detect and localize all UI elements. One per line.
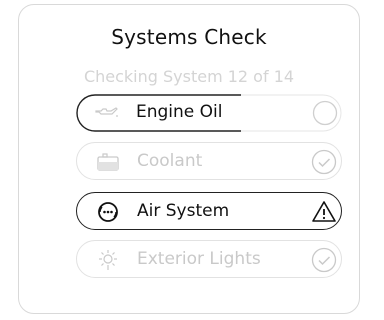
progress-subtitle: Checking System 12 of 14 (83, 67, 295, 86)
item-label: Coolant (137, 151, 203, 171)
coolant-icon (95, 151, 121, 173)
list-item-coolant[interactable]: Coolant (76, 142, 342, 180)
item-label: Exterior Lights (137, 249, 261, 269)
empty-circle-icon (312, 100, 338, 126)
oil-can-icon (94, 102, 120, 124)
item-label: Air System (137, 201, 230, 221)
list-item-engine-oil[interactable]: Engine Oil (76, 94, 342, 132)
check-circle-icon (311, 247, 337, 273)
list-item-exterior-lights[interactable]: Exterior Lights (76, 240, 342, 278)
page-title: Systems Check (111, 25, 267, 49)
list-item-air-system[interactable]: Air System (76, 192, 342, 230)
warning-triangle-icon (311, 199, 337, 225)
exterior-light-icon (95, 249, 121, 271)
air-system-icon (95, 201, 121, 223)
check-circle-icon (311, 149, 337, 175)
item-label: Engine Oil (136, 102, 223, 122)
